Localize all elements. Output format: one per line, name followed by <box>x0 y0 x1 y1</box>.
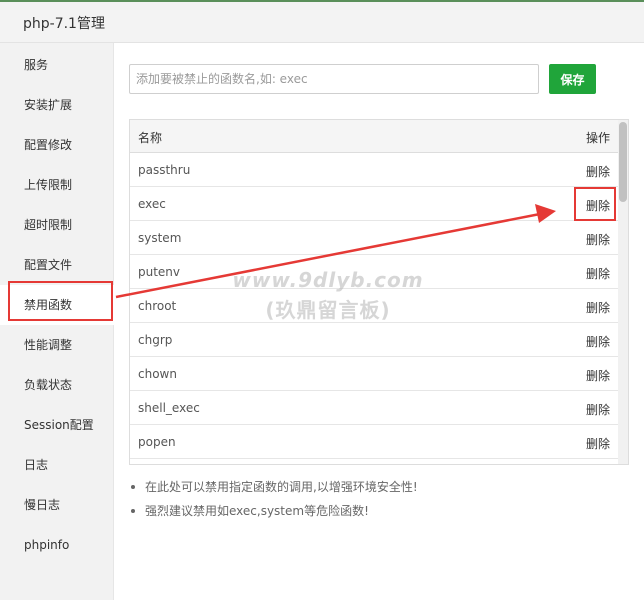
tip-item: 强烈建议禁用如exec,system等危险函数! <box>129 502 418 526</box>
delete-link[interactable]: 删除 <box>586 367 610 384</box>
delete-link[interactable]: 删除 <box>586 197 610 214</box>
function-name: system <box>138 231 182 245</box>
sidebar-item-performance[interactable]: 性能调整 <box>0 325 114 365</box>
function-name: popen <box>138 435 176 449</box>
delete-link[interactable]: 删除 <box>586 333 610 350</box>
column-header-name: 名称 <box>138 131 163 145</box>
table-row: popen 删除 <box>130 425 618 459</box>
table-scrollbar[interactable] <box>618 120 628 464</box>
title-bar: php-7.1管理 <box>0 2 644 43</box>
sidebar-item-timeout-limit[interactable]: 超时限制 <box>0 205 114 245</box>
table-row: exec 删除 <box>130 187 618 221</box>
scrollbar-thumb[interactable] <box>619 122 627 202</box>
table-row: passthru 删除 <box>130 153 618 187</box>
function-name: chown <box>138 367 177 381</box>
sidebar-item-slow-log[interactable]: 慢日志 <box>0 485 114 525</box>
tip-item: 在此处可以禁用指定函数的调用,以增强环境安全性! <box>129 478 418 502</box>
tip-text: 在此处可以禁用指定函数的调用,以增强环境安全性! <box>145 480 418 494</box>
table-row: system 删除 <box>130 221 618 255</box>
sidebar-item-service[interactable]: 服务 <box>0 45 114 85</box>
table-row: shell_exec 删除 <box>130 391 618 425</box>
sidebar-item-load-status[interactable]: 负载状态 <box>0 365 114 405</box>
bullet-icon <box>131 509 135 513</box>
window-title: php-7.1管理 <box>23 16 105 32</box>
table-header: 名称 操作 <box>130 120 618 153</box>
delete-link[interactable]: 删除 <box>586 435 610 452</box>
function-name: passthru <box>138 163 191 177</box>
function-name-input[interactable] <box>129 64 539 94</box>
sidebar-item-session-config[interactable]: Session配置 <box>0 405 114 445</box>
table-row: putenv 删除 <box>130 255 618 289</box>
sidebar-item-install-ext[interactable]: 安装扩展 <box>0 85 114 125</box>
save-button[interactable]: 保存 <box>549 64 596 94</box>
function-name: putenv <box>138 265 181 279</box>
sidebar-item-upload-limit[interactable]: 上传限制 <box>0 165 114 205</box>
delete-link[interactable]: 删除 <box>586 163 610 180</box>
tips-list: 在此处可以禁用指定函数的调用,以增强环境安全性! 强烈建议禁用如exec,sys… <box>129 478 418 526</box>
function-name: chgrp <box>138 333 173 347</box>
disabled-functions-table: 名称 操作 passthru 删除 exec 删除 system 删除 putenv 删… <box>129 119 629 465</box>
function-name: shell_exec <box>138 401 200 415</box>
column-header-action: 操作 <box>585 131 610 145</box>
delete-link[interactable]: 删除 <box>586 299 610 316</box>
tip-text: 强烈建议禁用如exec,system等危险函数! <box>145 504 369 518</box>
sidebar-item-config-file[interactable]: 配置文件 <box>0 245 114 285</box>
sidebar-item-disabled-functions[interactable]: 禁用函数 <box>0 285 114 325</box>
sidebar: 服务 安装扩展 配置修改 上传限制 超时限制 配置文件 禁用函数 性能调整 负载… <box>0 43 114 600</box>
function-name: chroot <box>138 299 177 313</box>
table-row: chroot 删除 <box>130 289 618 323</box>
table-row: chgrp 删除 <box>130 323 618 357</box>
sidebar-item-log[interactable]: 日志 <box>0 445 114 485</box>
sidebar-item-phpinfo[interactable]: phpinfo <box>0 525 114 565</box>
function-name: exec <box>138 197 166 211</box>
delete-link[interactable]: 删除 <box>586 401 610 418</box>
delete-link[interactable]: 删除 <box>586 231 610 248</box>
delete-link[interactable]: 删除 <box>586 265 610 282</box>
table-row: chown 删除 <box>130 357 618 391</box>
bullet-icon <box>131 485 135 489</box>
sidebar-item-config-edit[interactable]: 配置修改 <box>0 125 114 165</box>
